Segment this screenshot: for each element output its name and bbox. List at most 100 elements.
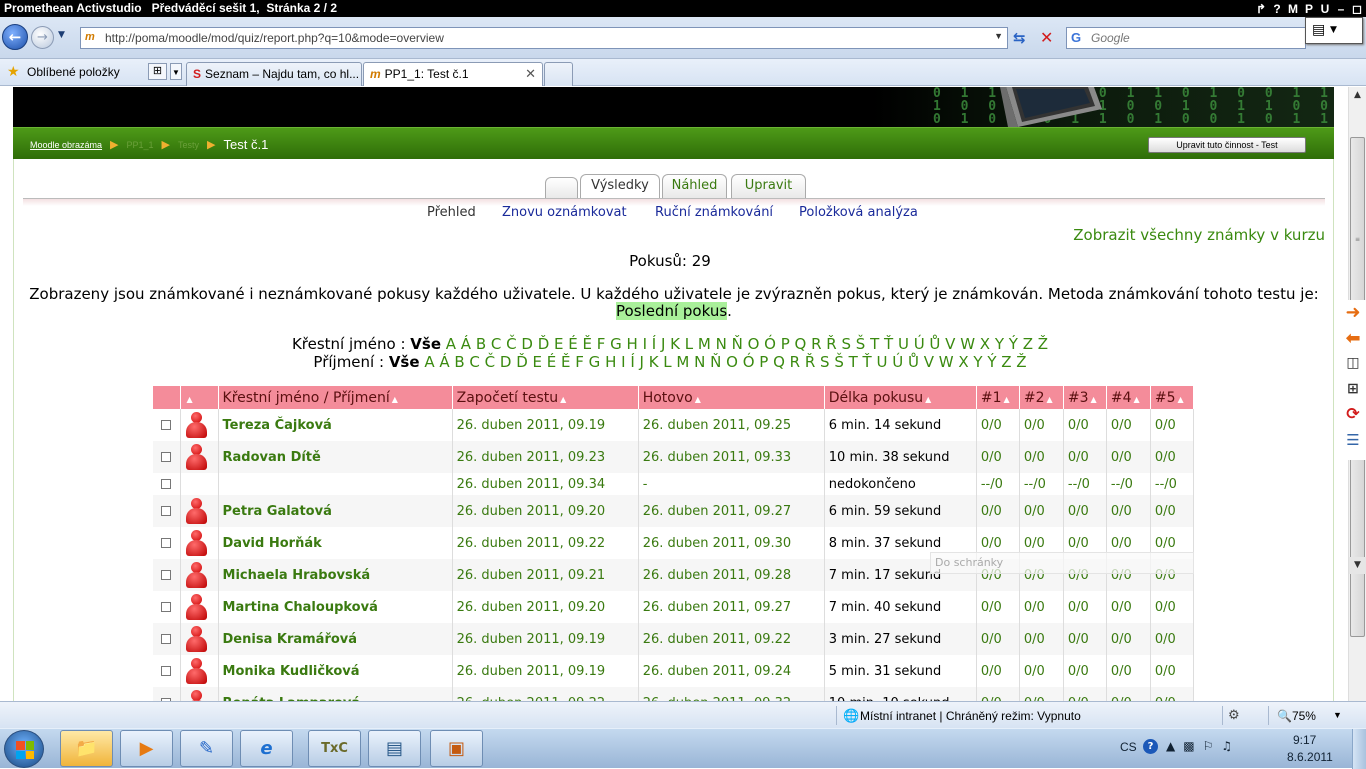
question-grade-cell[interactable]: 0/0 [1063,687,1107,701]
forward-button[interactable]: → [31,26,54,49]
action-center-icon[interactable]: ⚐ [1203,739,1214,754]
finished-cell[interactable]: 26. duben 2011, 09.25 [638,409,825,441]
question-grade-cell[interactable]: 0/0 [976,409,1020,441]
question-grade-cell[interactable]: 0/0 [1106,441,1151,473]
reset-page-icon[interactable]: ⟳ [1342,403,1364,425]
question-grade-cell[interactable]: 0/0 [1106,495,1151,527]
question-grade-cell[interactable]: 0/0 [1106,591,1151,623]
address-bar[interactable]: m http://poma/moodle/mod/quiz/report.php… [80,27,1008,49]
user-avatar-icon[interactable] [185,530,207,556]
question-grade-cell[interactable]: --/0 [1063,473,1107,495]
user-avatar-icon[interactable] [185,626,207,652]
p-button[interactable]: P [1304,2,1314,16]
user-avatar-icon[interactable] [185,690,207,701]
question-grade-cell[interactable]: 0/0 [1150,409,1195,441]
row-checkbox[interactable] [161,479,172,489]
user-avatar-icon[interactable] [185,412,207,438]
volume-icon[interactable]: ♫ [1221,739,1232,754]
tab-list-dropdown-icon[interactable]: ▼ [170,63,182,80]
started-cell[interactable]: 26. duben 2011, 09.22 [452,687,639,701]
page-sorter-icon[interactable]: ◫ [1342,352,1364,374]
question-grade-cell[interactable]: 0/0 [1106,687,1151,701]
question-grade-cell[interactable]: 0/0 [1063,409,1107,441]
duration-column-header[interactable]: Délka pokusu ▲ [824,386,977,409]
clock-date[interactable]: 8.6.2011 [1287,750,1333,764]
activstudio-toolbox-popup[interactable]: ▤ ▼ [1305,17,1363,44]
breadcrumb-course-link[interactable]: PP1_1 [127,140,154,150]
subtab-manual-grading[interactable]: Ruční známkování [655,205,773,220]
redirect-icon[interactable]: ↱ [1256,2,1266,16]
question-grade-cell[interactable]: 0/0 [1063,495,1107,527]
subtab-overview[interactable]: Přehled [427,205,476,220]
scroll-up-icon[interactable]: ▲ [1349,87,1366,104]
question-grade-cell[interactable]: 0/0 [1063,591,1107,623]
sort-lastname-link[interactable]: Příjmení [333,390,390,406]
question-grade-cell[interactable]: 0/0 [1063,441,1107,473]
question-grade-cell[interactable]: 0/0 [1063,623,1107,655]
lastname-all-link[interactable]: Všе [389,353,420,371]
user-name-link[interactable]: Radovan Dítě [218,441,453,473]
question-grade-cell[interactable]: 0/0 [976,655,1020,687]
user-avatar-icon[interactable] [185,594,207,620]
sort-firstname-link[interactable]: Křestní jméno [223,390,320,406]
internet-explorer-taskbar-icon[interactable]: e [240,730,293,767]
row-checkbox[interactable] [161,570,172,580]
zoom-level[interactable]: 🔍75% [1277,709,1316,723]
question-grade-cell[interactable]: 0/0 [976,623,1020,655]
row-checkbox[interactable] [161,602,172,612]
picture-column-header[interactable]: ▲ [180,386,219,409]
row-checkbox[interactable] [161,452,172,462]
favorites-label[interactable]: Oblíbené položky [27,65,120,79]
started-cell[interactable]: 26. duben 2011, 09.19 [452,409,639,441]
started-column-header[interactable]: Započetí testu ▲ [452,386,639,409]
finished-column-header[interactable]: Hotovo ▲ [638,386,825,409]
stop-icon[interactable]: ✕ [1040,28,1053,47]
zoom-dropdown-icon[interactable]: ▼ [1333,710,1342,720]
finished-cell[interactable]: 26. duben 2011, 09.24 [638,655,825,687]
question-grade-cell[interactable]: 0/0 [1106,623,1151,655]
user-name-link[interactable] [218,473,453,495]
question-grade-cell[interactable]: 0/0 [1019,409,1064,441]
activstudio-taskbar-icon[interactable]: ✎ [180,730,233,767]
finished-cell[interactable]: 26. duben 2011, 09.33 [638,441,825,473]
user-avatar-icon[interactable] [185,658,207,684]
help-icon[interactable]: ? [1143,739,1158,754]
question-grade-cell[interactable]: 0/0 [1063,655,1107,687]
question-grade-cell[interactable]: 0/0 [1150,687,1195,701]
user-name-link[interactable]: Tereza Čajková [218,409,453,441]
question-grade-cell[interactable]: 0/0 [1019,687,1064,701]
user-name-link[interactable]: Monika Kudličková [218,655,453,687]
user-name-link[interactable]: Petra Galatová [218,495,453,527]
question-grade-cell[interactable]: 0/0 [1019,623,1064,655]
finished-cell[interactable]: 26. duben 2011, 09.32 [638,687,825,701]
update-activity-button[interactable]: Upravit tuto činnost - Test [1148,137,1306,153]
refresh-icon[interactable]: ⇆ [1013,29,1026,47]
protected-mode-icon[interactable]: ⚙ [1228,707,1240,723]
address-dropdown-icon[interactable]: ▼ [994,31,1003,41]
q3-column-header[interactable]: #3 ▲ [1063,386,1107,409]
tab-info[interactable] [545,177,578,199]
question-grade-cell[interactable]: 0/0 [976,441,1020,473]
user-avatar-icon[interactable] [185,562,207,588]
user-name-link[interactable]: Michaela Hrabovská [218,559,453,591]
search-box[interactable]: G Google [1066,27,1306,49]
subtab-item-analysis[interactable]: Položková analýza [799,205,918,220]
question-grade-cell[interactable]: 0/0 [1106,655,1151,687]
m-button[interactable]: M [1288,2,1298,16]
finished-cell[interactable]: 26. duben 2011, 09.27 [638,591,825,623]
row-checkbox[interactable] [161,538,172,548]
network-icon[interactable]: ▩ [1183,739,1194,754]
question-grade-cell[interactable]: 0/0 [1150,655,1195,687]
finished-cell[interactable]: 26. duben 2011, 09.30 [638,527,825,559]
show-hidden-icons-icon[interactable]: ▲ [1166,739,1175,754]
app-taskbar-icon[interactable]: ▣ [430,730,483,767]
question-grade-cell[interactable]: 0/0 [1150,441,1195,473]
back-button[interactable]: ← [2,24,28,50]
question-grade-cell[interactable]: 0/0 [1019,495,1064,527]
tab-results[interactable]: Výsledky [580,174,660,199]
help-button[interactable]: ? [1272,2,1282,16]
security-zone-text[interactable]: Místní intranet | Chráněný režim: Vypnut… [860,709,1081,723]
language-indicator[interactable]: CS [1120,740,1137,754]
close-tab-icon[interactable]: ✕ [525,66,536,82]
finished-cell[interactable]: 26. duben 2011, 09.28 [638,559,825,591]
